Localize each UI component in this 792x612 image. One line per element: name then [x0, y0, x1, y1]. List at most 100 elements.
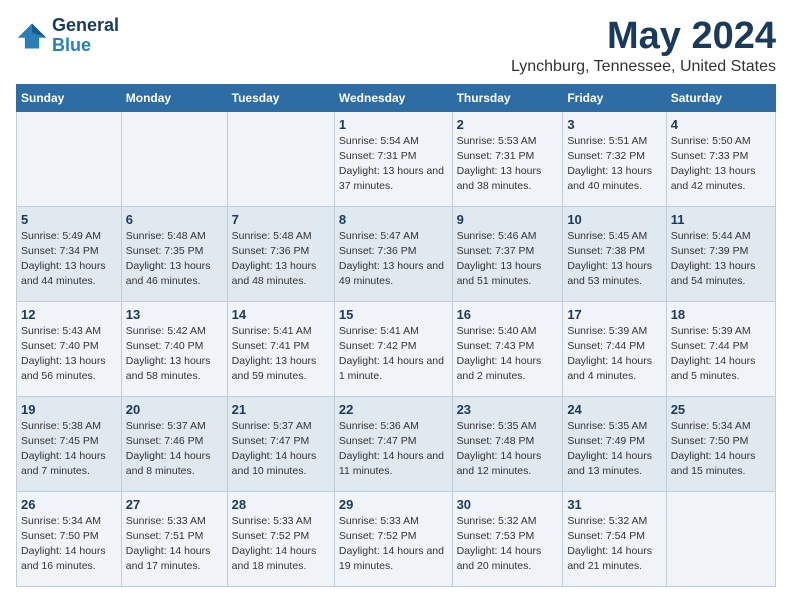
day-number: 24: [567, 402, 661, 417]
header-thursday: Thursday: [452, 84, 563, 111]
day-cell: 16 Sunrise: 5:40 AMSunset: 7:43 PMDayligh…: [452, 301, 563, 396]
day-number: 17: [567, 307, 661, 322]
day-info: Sunrise: 5:36 AMSunset: 7:47 PMDaylight:…: [339, 419, 448, 480]
day-cell: 26 Sunrise: 5:34 AMSunset: 7:50 PMDayligh…: [17, 491, 122, 586]
day-number: 11: [671, 212, 771, 227]
day-info: Sunrise: 5:48 AMSunset: 7:36 PMDaylight:…: [232, 229, 330, 290]
day-info: Sunrise: 5:33 AMSunset: 7:51 PMDaylight:…: [126, 514, 223, 575]
day-number: 27: [126, 497, 223, 512]
day-number: 20: [126, 402, 223, 417]
day-cell: 6 Sunrise: 5:48 AMSunset: 7:35 PMDaylight…: [121, 206, 227, 301]
day-cell: 14 Sunrise: 5:41 AMSunset: 7:41 PMDayligh…: [227, 301, 334, 396]
day-info: Sunrise: 5:44 AMSunset: 7:39 PMDaylight:…: [671, 229, 771, 290]
day-info: Sunrise: 5:42 AMSunset: 7:40 PMDaylight:…: [126, 324, 223, 385]
day-number: 6: [126, 212, 223, 227]
day-number: 13: [126, 307, 223, 322]
day-number: 5: [21, 212, 117, 227]
day-info: Sunrise: 5:46 AMSunset: 7:37 PMDaylight:…: [457, 229, 559, 290]
header-friday: Friday: [563, 84, 666, 111]
logo: General Blue: [16, 16, 119, 56]
day-info: Sunrise: 5:47 AMSunset: 7:36 PMDaylight:…: [339, 229, 448, 290]
header: General Blue May 2024 Lynchburg, Tenness…: [16, 16, 776, 76]
day-info: Sunrise: 5:33 AMSunset: 7:52 PMDaylight:…: [232, 514, 330, 575]
day-info: Sunrise: 5:40 AMSunset: 7:43 PMDaylight:…: [457, 324, 559, 385]
day-info: Sunrise: 5:34 AMSunset: 7:50 PMDaylight:…: [21, 514, 117, 575]
header-saturday: Saturday: [666, 84, 775, 111]
day-cell: 15 Sunrise: 5:41 AMSunset: 7:42 PMDayligh…: [334, 301, 452, 396]
day-number: 25: [671, 402, 771, 417]
calendar-table: SundayMondayTuesdayWednesdayThursdayFrid…: [16, 84, 776, 587]
day-info: Sunrise: 5:37 AMSunset: 7:46 PMDaylight:…: [126, 419, 223, 480]
day-info: Sunrise: 5:53 AMSunset: 7:31 PMDaylight:…: [457, 134, 559, 195]
day-number: 26: [21, 497, 117, 512]
logo-bird-icon: [16, 20, 48, 52]
day-info: Sunrise: 5:54 AMSunset: 7:31 PMDaylight:…: [339, 134, 448, 195]
day-number: 23: [457, 402, 559, 417]
day-cell: 4Sunrise: 5:50 AMSunset: 7:33 PMDaylight…: [666, 111, 775, 206]
calendar-header: SundayMondayTuesdayWednesdayThursdayFrid…: [17, 84, 776, 111]
day-info: Sunrise: 5:37 AMSunset: 7:47 PMDaylight:…: [232, 419, 330, 480]
title-area: May 2024 Lynchburg, Tennessee, United St…: [511, 16, 776, 76]
header-sunday: Sunday: [17, 84, 122, 111]
day-cell: 20 Sunrise: 5:37 AMSunset: 7:46 PMDayligh…: [121, 396, 227, 491]
week-row-1: 1Sunrise: 5:54 AMSunset: 7:31 PMDaylight…: [17, 111, 776, 206]
day-info: Sunrise: 5:51 AMSunset: 7:32 PMDaylight:…: [567, 134, 661, 195]
day-number: 19: [21, 402, 117, 417]
calendar-subtitle: Lynchburg, Tennessee, United States: [511, 58, 776, 76]
day-cell: 2 Sunrise: 5:53 AMSunset: 7:31 PMDaylight…: [452, 111, 563, 206]
day-cell: 22Sunrise: 5:36 AMSunset: 7:47 PMDayligh…: [334, 396, 452, 491]
week-row-4: 19Sunrise: 5:38 AMSunset: 7:45 PMDayligh…: [17, 396, 776, 491]
day-number: 9: [457, 212, 559, 227]
day-cell: 19Sunrise: 5:38 AMSunset: 7:45 PMDayligh…: [17, 396, 122, 491]
day-info: Sunrise: 5:33 AMSunset: 7:52 PMDaylight:…: [339, 514, 448, 575]
day-info: Sunrise: 5:50 AMSunset: 7:33 PMDaylight:…: [671, 134, 771, 195]
day-number: 16: [457, 307, 559, 322]
day-number: 29: [339, 497, 448, 512]
day-number: 28: [232, 497, 330, 512]
day-cell: 11 Sunrise: 5:44 AMSunset: 7:39 PMDayligh…: [666, 206, 775, 301]
day-info: Sunrise: 5:41 AMSunset: 7:41 PMDaylight:…: [232, 324, 330, 385]
logo-text: General Blue: [52, 16, 119, 56]
day-info: Sunrise: 5:39 AMSunset: 7:44 PMDaylight:…: [567, 324, 661, 385]
day-info: Sunrise: 5:45 AMSunset: 7:38 PMDaylight:…: [567, 229, 661, 290]
day-number: 14: [232, 307, 330, 322]
day-cell: [227, 111, 334, 206]
day-info: Sunrise: 5:32 AMSunset: 7:54 PMDaylight:…: [567, 514, 661, 575]
day-number: 10: [567, 212, 661, 227]
day-number: 12: [21, 307, 117, 322]
calendar-title: May 2024: [511, 16, 776, 58]
day-number: 21: [232, 402, 330, 417]
day-cell: [121, 111, 227, 206]
day-info: Sunrise: 5:35 AMSunset: 7:48 PMDaylight:…: [457, 419, 559, 480]
day-cell: [666, 491, 775, 586]
day-cell: 18Sunrise: 5:39 AMSunset: 7:44 PMDayligh…: [666, 301, 775, 396]
day-info: Sunrise: 5:48 AMSunset: 7:35 PMDaylight:…: [126, 229, 223, 290]
day-info: Sunrise: 5:32 AMSunset: 7:53 PMDaylight:…: [457, 514, 559, 575]
day-cell: 12 Sunrise: 5:43 AMSunset: 7:40 PMDayligh…: [17, 301, 122, 396]
day-info: Sunrise: 5:35 AMSunset: 7:49 PMDaylight:…: [567, 419, 661, 480]
day-cell: 5 Sunrise: 5:49 AMSunset: 7:34 PMDaylight…: [17, 206, 122, 301]
day-info: Sunrise: 5:43 AMSunset: 7:40 PMDaylight:…: [21, 324, 117, 385]
day-cell: 1Sunrise: 5:54 AMSunset: 7:31 PMDaylight…: [334, 111, 452, 206]
day-number: 2: [457, 117, 559, 132]
week-row-3: 12 Sunrise: 5:43 AMSunset: 7:40 PMDayligh…: [17, 301, 776, 396]
day-cell: [17, 111, 122, 206]
day-number: 31: [567, 497, 661, 512]
day-cell: 27 Sunrise: 5:33 AMSunset: 7:51 PMDayligh…: [121, 491, 227, 586]
day-number: 30: [457, 497, 559, 512]
day-info: Sunrise: 5:34 AMSunset: 7:50 PMDaylight:…: [671, 419, 771, 480]
day-info: Sunrise: 5:41 AMSunset: 7:42 PMDaylight:…: [339, 324, 448, 385]
day-info: Sunrise: 5:49 AMSunset: 7:34 PMDaylight:…: [21, 229, 117, 290]
day-number: 15: [339, 307, 448, 322]
day-info: Sunrise: 5:39 AMSunset: 7:44 PMDaylight:…: [671, 324, 771, 385]
day-cell: 7 Sunrise: 5:48 AMSunset: 7:36 PMDaylight…: [227, 206, 334, 301]
day-cell: 21 Sunrise: 5:37 AMSunset: 7:47 PMDayligh…: [227, 396, 334, 491]
day-cell: 9 Sunrise: 5:46 AMSunset: 7:37 PMDaylight…: [452, 206, 563, 301]
header-wednesday: Wednesday: [334, 84, 452, 111]
day-number: 7: [232, 212, 330, 227]
week-row-5: 26 Sunrise: 5:34 AMSunset: 7:50 PMDayligh…: [17, 491, 776, 586]
day-cell: 10 Sunrise: 5:45 AMSunset: 7:38 PMDayligh…: [563, 206, 666, 301]
header-tuesday: Tuesday: [227, 84, 334, 111]
day-cell: 28 Sunrise: 5:33 AMSunset: 7:52 PMDayligh…: [227, 491, 334, 586]
day-cell: 13 Sunrise: 5:42 AMSunset: 7:40 PMDayligh…: [121, 301, 227, 396]
